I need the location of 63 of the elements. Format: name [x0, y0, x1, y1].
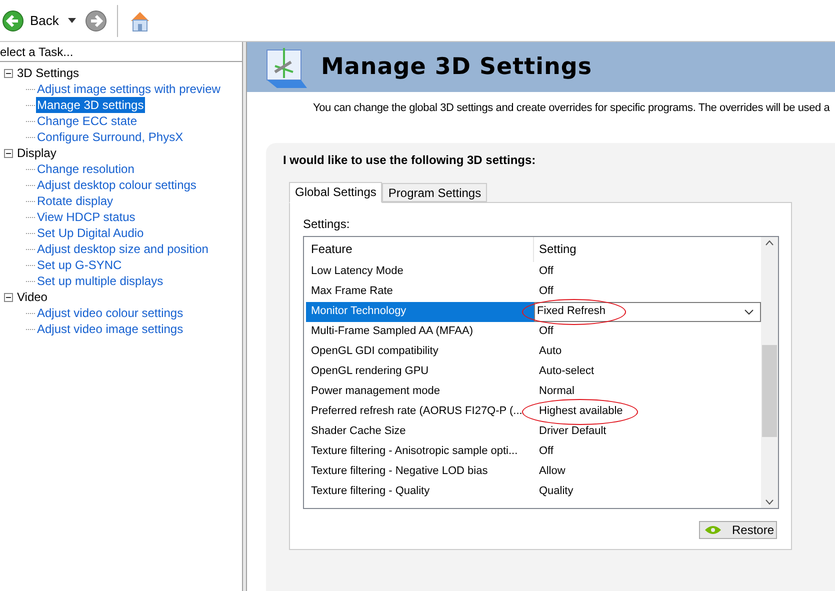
back-button[interactable]: Back: [2, 6, 63, 36]
forward-button[interactable]: [84, 10, 107, 32]
task-link[interactable]: Change resolution: [36, 161, 136, 177]
task-link[interactable]: Rotate display: [36, 193, 114, 209]
settings-label: Settings:: [303, 216, 351, 232]
setting-cell[interactable]: Highest available: [534, 402, 761, 422]
scrollbar[interactable]: [761, 236, 778, 508]
task-link[interactable]: Set Up Digital Audio: [36, 225, 145, 241]
tree-category[interactable]: Video: [17, 289, 48, 305]
feature-cell[interactable]: Monitor Technology: [306, 302, 534, 322]
feature-cell[interactable]: Multi-Frame Sampled AA (MFAA): [306, 322, 534, 342]
task-link[interactable]: Set up multiple displays: [36, 273, 164, 289]
scroll-up-icon[interactable]: [765, 240, 774, 246]
setting-cell[interactable]: Quality: [534, 482, 761, 502]
restore-button[interactable]: Restore: [699, 520, 777, 538]
setting-cell[interactable]: Normal: [534, 382, 761, 402]
feature-cell[interactable]: Texture filtering - Quality: [306, 482, 534, 502]
collapse-toggle-icon[interactable]: [4, 68, 13, 78]
feature-cell[interactable]: Texture filtering - Negative LOD bias: [306, 462, 534, 482]
eye-logo-icon: [704, 524, 722, 534]
chevron-down-icon[interactable]: [744, 308, 754, 314]
settings-tab[interactable]: Program Settings: [382, 182, 488, 202]
column-header[interactable]: Feature: [306, 236, 534, 262]
setting-cell[interactable]: Driver Default: [534, 422, 761, 442]
page-title: Manage 3D Settings: [321, 52, 592, 82]
feature-cell[interactable]: Shader Cache Size: [306, 422, 534, 442]
tree-category[interactable]: 3D Settings: [17, 65, 80, 81]
feature-cell[interactable]: Texture filtering - Anisotropic sample opti...: [306, 442, 534, 462]
pane-title: elect a Task...: [0, 42, 242, 62]
page-description: You can change the global 3D settings and create overrides for specific programs. The overrides will be used a: [312, 101, 830, 116]
setting-cell[interactable]: Off: [534, 262, 761, 282]
task-link[interactable]: Adjust video image settings: [36, 321, 184, 337]
feature-cell[interactable]: Preferred refresh rate (AORUS FI27Q-P (...: [306, 402, 534, 422]
scroll-down-icon[interactable]: [765, 498, 774, 504]
tree-category[interactable]: Display: [17, 145, 56, 161]
prompt-label: I would like to use the following 3D settings:: [283, 152, 537, 166]
setting-cell[interactable]: Off: [534, 282, 761, 302]
task-link[interactable]: Set up G-SYNC: [36, 257, 123, 273]
task-link[interactable]: Configure Surround, PhysX: [36, 129, 184, 145]
setting-cell[interactable]: Off: [534, 322, 761, 342]
scroll-thumb[interactable]: [762, 344, 777, 436]
task-link[interactable]: Adjust image settings with preview: [36, 81, 222, 97]
feature-cell[interactable]: Power management mode: [306, 382, 534, 402]
task-link[interactable]: View HDCP status: [36, 209, 136, 225]
settings-tab[interactable]: Global Settings: [289, 182, 382, 202]
setting-cell[interactable]: Allow: [534, 462, 761, 482]
setting-cell[interactable]: Auto: [534, 342, 761, 362]
feature-cell[interactable]: Max Frame Rate: [306, 282, 534, 302]
feature-cell[interactable]: OpenGL rendering GPU: [306, 362, 534, 382]
collapse-toggle-icon[interactable]: [4, 292, 13, 302]
feature-cell[interactable]: Low Latency Mode: [306, 262, 534, 282]
task-link[interactable]: Manage 3D settings: [36, 97, 145, 113]
setting-cell[interactable]: Auto-select: [534, 362, 761, 382]
task-link[interactable]: Adjust video colour settings: [36, 305, 184, 321]
column-header[interactable]: Setting: [534, 240, 576, 258]
dropdown-caret-icon[interactable]: [66, 18, 77, 23]
setting-dropdown[interactable]: Fixed Refresh: [534, 302, 761, 322]
feature-cell[interactable]: OpenGL GDI compatibility: [306, 342, 534, 362]
task-link[interactable]: Adjust desktop size and position: [36, 241, 210, 257]
setting-cell[interactable]: Off: [534, 442, 761, 462]
collapse-toggle-icon[interactable]: [4, 148, 13, 158]
task-link[interactable]: Change ECC state: [36, 113, 138, 129]
task-link[interactable]: Adjust desktop colour settings: [36, 177, 198, 193]
